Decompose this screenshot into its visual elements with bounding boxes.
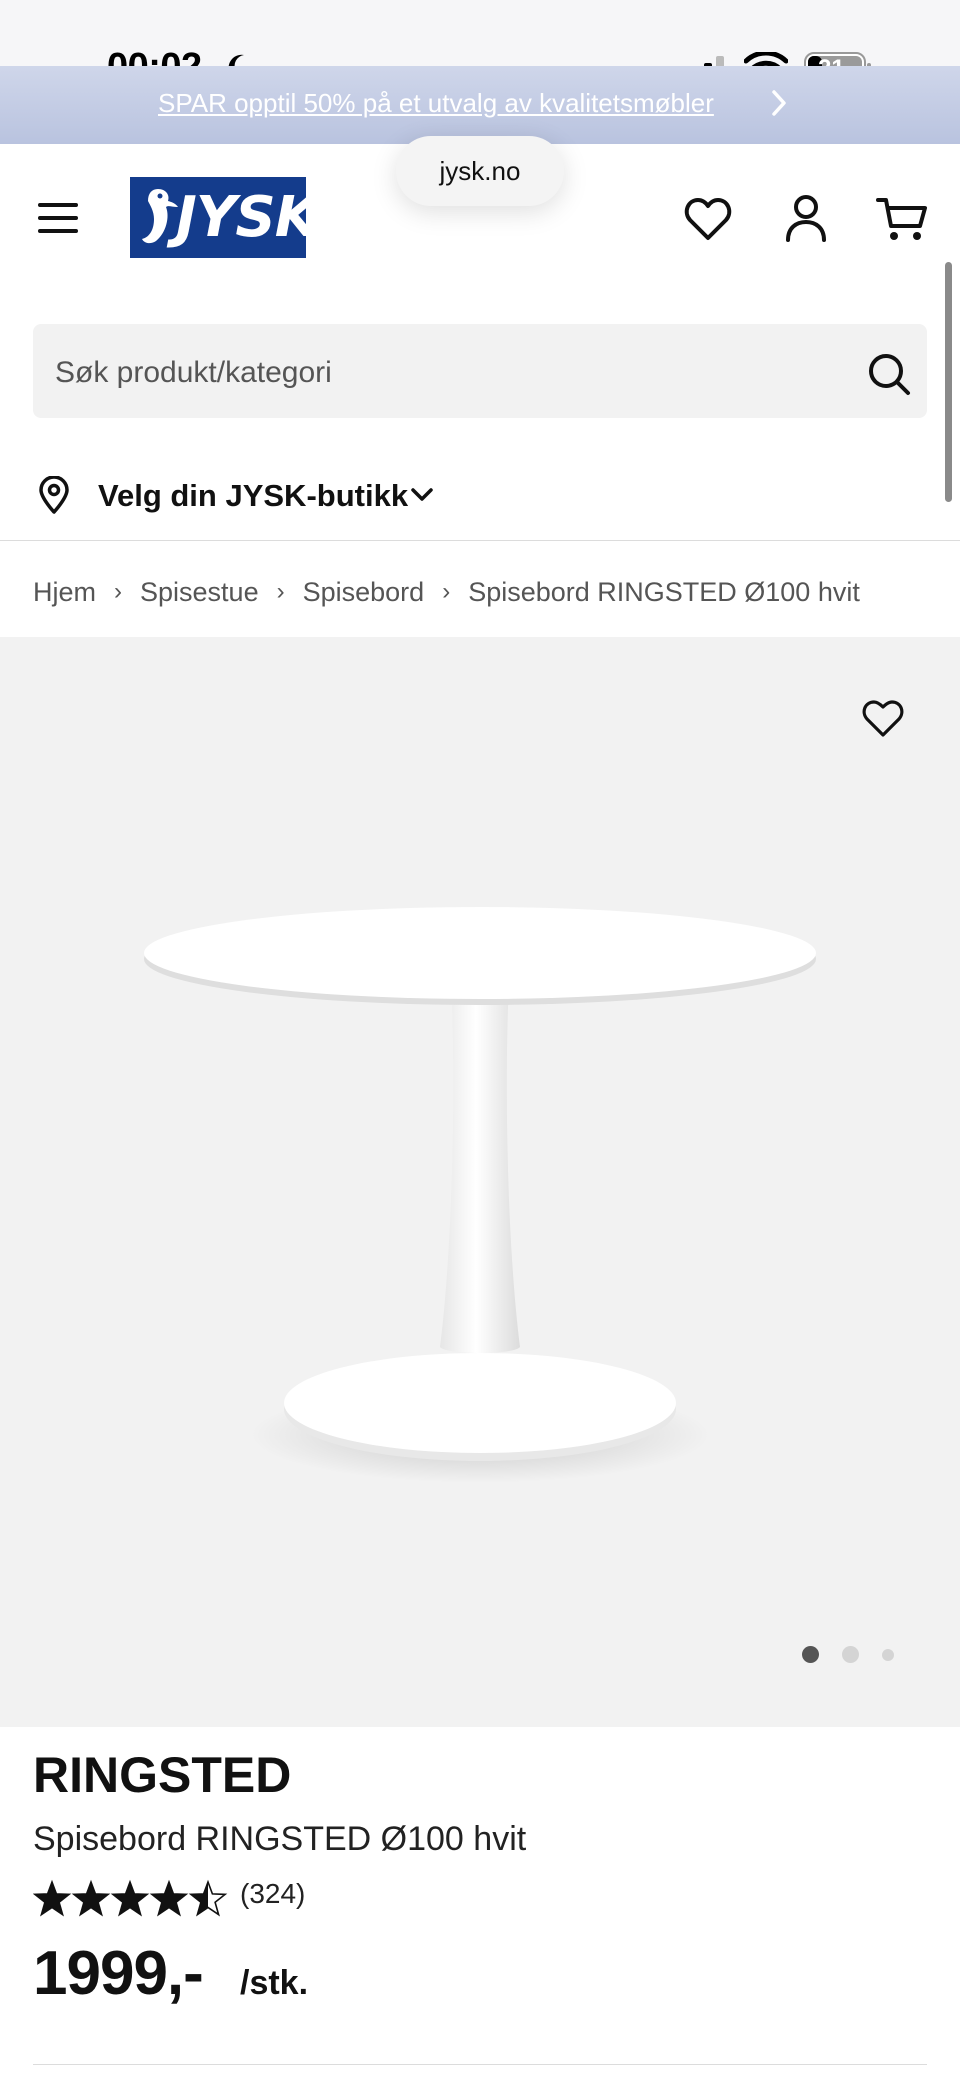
favorite-heart-icon[interactable] — [862, 699, 904, 739]
product-price: 1999,- — [33, 1939, 204, 2008]
cart-icon[interactable] — [876, 196, 928, 242]
scrollbar[interactable] — [945, 262, 952, 502]
divider — [0, 540, 960, 541]
rating-stars[interactable] — [33, 1879, 229, 1919]
product-image-gallery[interactable] — [0, 637, 960, 1727]
product-name: Spisebord RINGSTED Ø100 hvit — [33, 1820, 527, 1858]
store-selector[interactable]: Velg din JYSK-butikk — [33, 470, 533, 520]
chevron-right-icon[interactable] — [766, 86, 792, 120]
chevron-right-icon: › — [276, 578, 285, 605]
search-icon[interactable] — [867, 352, 911, 396]
chevron-down-icon[interactable] — [409, 484, 435, 506]
star-icon — [71, 1879, 111, 1917]
pagination-dot-active[interactable] — [802, 1646, 819, 1663]
product-brand: RINGSTED — [33, 1747, 292, 1803]
gallery-pagination[interactable] — [800, 1643, 900, 1667]
browser-url-pill[interactable]: jysk.no — [396, 136, 564, 206]
status-bar: 00:02 21 — [0, 0, 960, 88]
divider — [33, 2064, 927, 2065]
price-unit: /stk. — [240, 1964, 309, 2002]
bird-logo-icon — [142, 189, 178, 244]
store-selector-label[interactable]: Velg din JYSK-butikk — [98, 478, 408, 514]
breadcrumb-item-hjem[interactable]: Hjem — [33, 577, 96, 608]
star-icon — [110, 1879, 150, 1917]
product-photo-table — [144, 907, 816, 1483]
breadcrumb-item-spisestue[interactable]: Spisestue — [140, 577, 259, 608]
breadcrumb-item-spisebord[interactable]: Spisebord — [303, 577, 425, 608]
search-placeholder: Søk produkt/kategori — [55, 356, 332, 389]
pagination-dot[interactable] — [882, 1649, 894, 1661]
heart-icon[interactable] — [684, 196, 732, 242]
review-count[interactable]: (324) — [240, 1878, 305, 1910]
jysk-logo[interactable]: JYSK — [130, 177, 318, 258]
logo-text: JYSK — [176, 185, 318, 250]
promo-banner[interactable]: SPAR opptil 50% på et utvalg av kvalitet… — [0, 66, 960, 144]
star-icon — [149, 1879, 189, 1917]
promo-link[interactable]: SPAR opptil 50% på et utvalg av kvalitet… — [158, 88, 714, 119]
menu-icon[interactable] — [36, 199, 80, 237]
search-input[interactable]: Søk produkt/kategori — [33, 324, 927, 418]
chevron-right-icon: › — [114, 578, 123, 605]
location-pin-icon — [39, 476, 69, 514]
breadcrumb: Hjem › Spisestue › Spisebord › Spisebord… — [33, 572, 953, 612]
chevron-right-icon: › — [442, 578, 451, 605]
user-icon[interactable] — [784, 194, 828, 242]
breadcrumb-item-current: Spisebord RINGSTED Ø100 hvit — [468, 576, 860, 607]
pagination-dot[interactable] — [842, 1646, 859, 1663]
star-icon — [33, 1879, 72, 1917]
